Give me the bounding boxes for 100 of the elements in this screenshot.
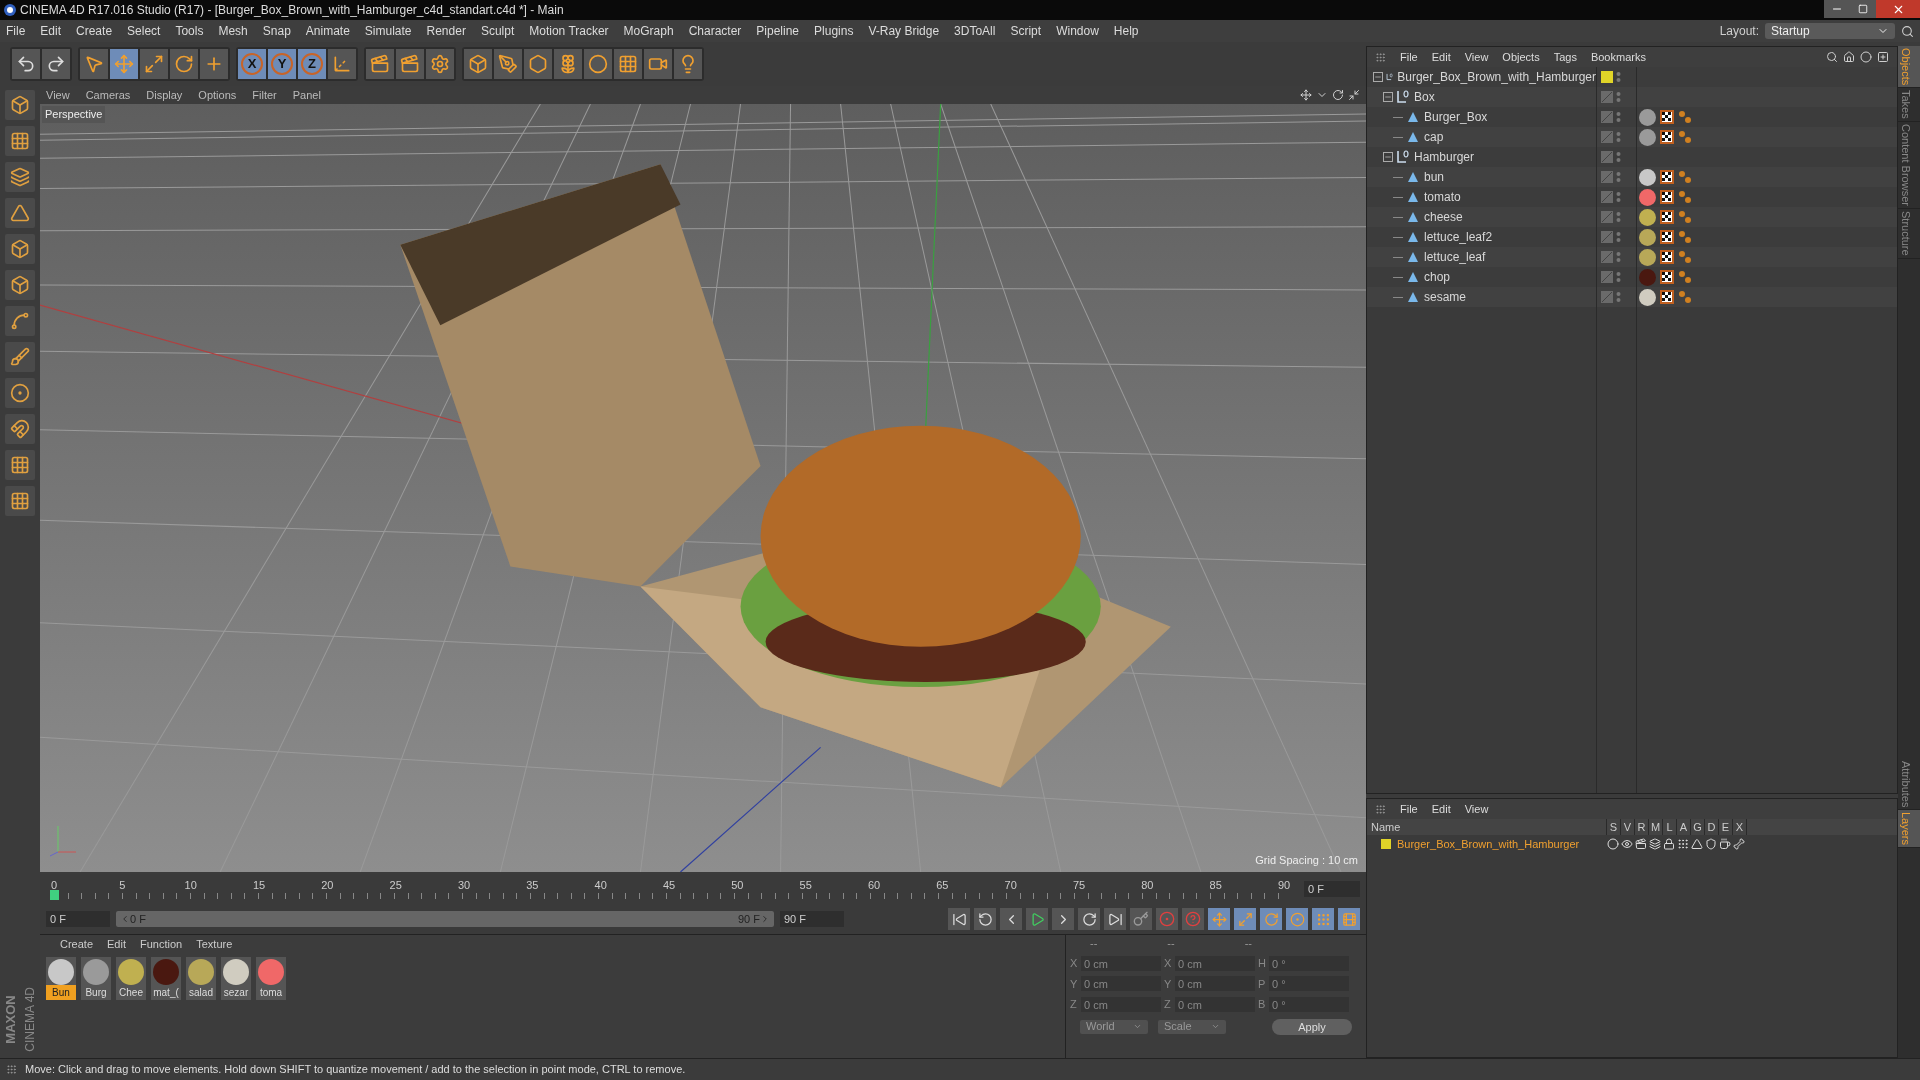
new-panel-icon[interactable] [1877, 51, 1889, 63]
render-icon[interactable] [1635, 838, 1647, 850]
search-icon[interactable] [1826, 51, 1838, 63]
layer-color-swatch[interactable] [1601, 71, 1613, 83]
texture-tag-icon[interactable] [1660, 170, 1674, 184]
material-tag[interactable] [1639, 228, 1656, 246]
visibility-dots-icon[interactable] [1616, 191, 1621, 203]
uvw-tag-icon[interactable] [1678, 110, 1692, 124]
current-frame-field[interactable]: 0 F [1304, 881, 1360, 897]
position-field[interactable]: 0 cm [1081, 976, 1161, 992]
collapse-icon[interactable] [1383, 92, 1393, 102]
redo-tool-button[interactable] [42, 49, 70, 79]
rotate-tool-button[interactable] [170, 49, 198, 79]
playback-button[interactable] [1078, 908, 1100, 930]
camera-tool-button[interactable] [644, 49, 672, 79]
playback-button[interactable] [1026, 908, 1048, 930]
layer-slot-icon[interactable] [1601, 191, 1613, 203]
visibility-dots-icon[interactable] [1616, 131, 1621, 143]
layer-slot-icon[interactable] [1601, 131, 1613, 143]
object-name[interactable]: Burger_Box_Brown_with_Hamburger [1397, 68, 1596, 86]
object-name[interactable]: cap [1424, 128, 1444, 146]
tool-palette-button[interactable] [5, 162, 35, 192]
menu-item[interactable]: View [1464, 800, 1489, 818]
texture-tag-icon[interactable] [1660, 110, 1674, 124]
side-tab[interactable]: Takes [1898, 88, 1920, 123]
menu-item[interactable]: Bookmarks [1590, 48, 1646, 66]
layer-slot-icon[interactable] [1601, 271, 1613, 283]
start-frame-field[interactable]: 0 F [46, 911, 110, 927]
object-name[interactable]: lettuce_leaf2 [1424, 228, 1493, 246]
menu-item[interactable]: Function [140, 935, 183, 953]
menu-item[interactable]: File [1400, 48, 1418, 66]
material-tag[interactable] [1639, 108, 1656, 126]
solo-dot-icon[interactable] [1607, 838, 1619, 850]
menu-item[interactable]: Snap [262, 22, 291, 40]
menu-item[interactable]: Create [76, 22, 113, 40]
visibility-dots-icon[interactable] [1616, 171, 1621, 183]
menu-item[interactable]: Tags [1553, 48, 1577, 66]
material-tag[interactable] [1639, 248, 1656, 266]
menu-item[interactable]: Plugins [814, 22, 854, 40]
menu-item[interactable]: Panel [292, 86, 321, 104]
rotation-field[interactable]: 0 ° [1269, 955, 1349, 971]
menu-item[interactable]: Edit [107, 935, 126, 953]
layer-slot-icon[interactable] [1601, 211, 1613, 223]
material-tag[interactable] [1639, 168, 1656, 186]
render-picture-tool-button[interactable] [396, 49, 424, 79]
lock-icon[interactable] [1663, 838, 1675, 850]
menu-item[interactable]: Edit [40, 22, 62, 40]
playback-button[interactable] [974, 908, 996, 930]
menu-item[interactable]: Sculpt [480, 22, 515, 40]
tool-palette-button[interactable] [5, 342, 35, 372]
deformer-tool-button[interactable] [584, 49, 612, 79]
eye-icon[interactable] [1621, 838, 1633, 850]
pan-icon[interactable] [1300, 89, 1312, 101]
render-view-tool-button[interactable] [366, 49, 394, 79]
material-tag[interactable] [1639, 208, 1656, 226]
object-name[interactable]: Burger_Box [1424, 108, 1488, 126]
visibility-dots-icon[interactable] [1616, 111, 1621, 123]
uvw-tag-icon[interactable] [1678, 190, 1692, 204]
select-tool-button[interactable] [80, 49, 108, 79]
side-tab[interactable]: Content Browser [1898, 122, 1920, 209]
side-tab[interactable]: Attributes [1898, 758, 1920, 810]
texture-tag-icon[interactable] [1660, 130, 1674, 144]
subdivision-tool-button[interactable] [524, 49, 552, 79]
record-button[interactable] [1130, 908, 1152, 930]
home-icon[interactable] [1843, 51, 1855, 63]
menu-item[interactable]: Window [1056, 22, 1099, 40]
side-tab[interactable]: Structure [1898, 209, 1920, 259]
orbit-icon[interactable] [1332, 89, 1344, 101]
visibility-dots-icon[interactable] [1616, 151, 1621, 163]
tool-palette-button[interactable] [5, 198, 35, 228]
size-field[interactable]: 0 cm [1175, 976, 1255, 992]
record-button[interactable] [1156, 908, 1178, 930]
menu-item[interactable]: View [1464, 48, 1489, 66]
axis-lock-button[interactable]: Z [298, 49, 326, 79]
visibility-dots-icon[interactable] [1616, 211, 1621, 223]
object-name[interactable]: chop [1424, 268, 1451, 286]
maximize-button[interactable] [1850, 0, 1876, 18]
menu-item[interactable]: View [46, 86, 70, 104]
floor-tool-button[interactable] [614, 49, 642, 79]
axis-lock-button[interactable]: X [238, 49, 266, 79]
texture-tag-icon[interactable] [1660, 290, 1674, 304]
tool-palette-button[interactable] [5, 90, 35, 120]
object-name[interactable]: Box [1414, 88, 1435, 106]
rotation-field[interactable]: 0 ° [1269, 996, 1349, 1012]
menu-item[interactable]: Motion Tracker [529, 22, 609, 40]
visibility-dots-icon[interactable] [1616, 91, 1621, 103]
layer-slot-icon[interactable] [1601, 291, 1613, 303]
menu-item[interactable]: Help [1113, 22, 1139, 40]
layer-slot-icon[interactable] [1601, 91, 1613, 103]
tool-palette-button[interactable] [5, 270, 35, 300]
size-field[interactable]: 0 cm [1175, 996, 1255, 1012]
layer-slot-icon[interactable] [1601, 251, 1613, 263]
material-swatch[interactable]: sezar [221, 957, 251, 1000]
menu-item[interactable]: V-Ray Bridge [868, 22, 940, 40]
texture-tag-icon[interactable] [1660, 270, 1674, 284]
menu-item[interactable]: Objects [1502, 48, 1540, 66]
layer-name[interactable]: Burger_Box_Brown_with_Hamburger [1397, 835, 1580, 853]
material-swatch[interactable]: Chee [116, 957, 146, 1000]
material-swatch[interactable]: mat_( [151, 957, 181, 1000]
layer-slot-icon[interactable] [1601, 111, 1613, 123]
